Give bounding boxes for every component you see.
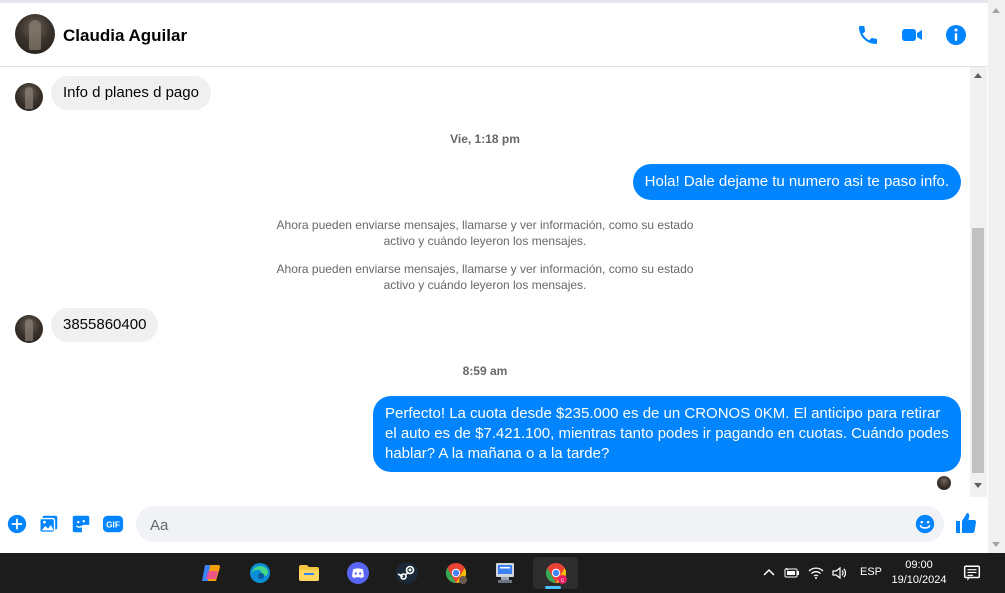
- chrome-profile-icon[interactable]: [436, 557, 476, 589]
- message-input-container[interactable]: [136, 506, 944, 544]
- page-scroll-down-arrow[interactable]: [992, 542, 1000, 547]
- system-notice: Ahora pueden enviarse mensajes, llamarse…: [276, 218, 694, 248]
- copilot-icon[interactable]: [191, 557, 231, 589]
- message-timestamp: 8:59 am: [462, 364, 508, 378]
- message-input[interactable]: [148, 506, 912, 544]
- contact-name[interactable]: Claudia Aguilar: [63, 26, 187, 46]
- volume-icon[interactable]: [831, 565, 847, 581]
- edge-browser-icon[interactable]: [240, 557, 280, 589]
- contact-avatar[interactable]: [15, 14, 55, 54]
- page-scrollbar[interactable]: [988, 0, 1005, 553]
- thread-scroll-thumb[interactable]: [972, 228, 984, 473]
- chevron-up-icon[interactable]: [761, 565, 777, 581]
- outgoing-message[interactable]: Perfecto! La cuota desde $235.000 es de …: [373, 396, 961, 472]
- sender-avatar[interactable]: [15, 315, 43, 343]
- plus-icon[interactable]: [6, 513, 28, 535]
- message-thread[interactable]: Info d planes d pago Vie, 1:18 pm Hola! …: [0, 67, 970, 497]
- system-notice: Ahora pueden enviarse mensajes, llamarse…: [276, 262, 694, 292]
- discord-icon[interactable]: [338, 557, 378, 589]
- windows-taskbar: c ESP 09:00 19/10/2024: [0, 553, 1005, 593]
- thread-scroll-up-arrow[interactable]: [974, 73, 982, 78]
- chrome-active-window-icon[interactable]: c: [533, 557, 578, 589]
- clock-date: 19/10/2024: [891, 574, 947, 586]
- info-icon[interactable]: [944, 23, 968, 47]
- battery-icon[interactable]: [784, 565, 800, 581]
- like-thumbs-up-icon[interactable]: [954, 511, 978, 535]
- language-indicator[interactable]: ESP: [860, 566, 882, 582]
- conversation-header: Claudia Aguilar: [0, 3, 988, 67]
- outgoing-message[interactable]: Hola! Dale dejame tu numero asi te paso …: [632, 164, 961, 200]
- video-call-icon[interactable]: [900, 23, 924, 47]
- gif-icon[interactable]: GIF: [102, 513, 124, 535]
- svg-text:c: c: [561, 578, 564, 584]
- message-composer: GIF: [0, 497, 988, 553]
- thread-scroll-down-arrow[interactable]: [974, 483, 982, 488]
- seen-receipt-avatar: [937, 476, 951, 490]
- photo-icon[interactable]: [38, 513, 60, 535]
- page-scroll-up-arrow[interactable]: [992, 8, 1000, 13]
- wifi-icon[interactable]: [808, 565, 824, 581]
- system-clock[interactable]: 09:00 19/10/2024: [884, 558, 954, 588]
- sticker-icon[interactable]: [70, 513, 92, 535]
- sender-avatar[interactable]: [15, 83, 43, 111]
- file-explorer-icon[interactable]: [289, 557, 329, 589]
- clock-time: 09:00: [905, 559, 933, 571]
- remote-desktop-icon[interactable]: [485, 557, 525, 589]
- emoji-icon[interactable]: [914, 513, 936, 535]
- incoming-message[interactable]: Info d planes d pago: [51, 76, 211, 110]
- steam-icon[interactable]: [387, 557, 427, 589]
- incoming-message[interactable]: 3855860400: [51, 308, 159, 342]
- message-timestamp: Vie, 1:18 pm: [450, 132, 520, 146]
- notifications-icon[interactable]: [963, 564, 981, 581]
- gif-label: GIF: [106, 521, 120, 530]
- phone-call-icon[interactable]: [856, 23, 880, 47]
